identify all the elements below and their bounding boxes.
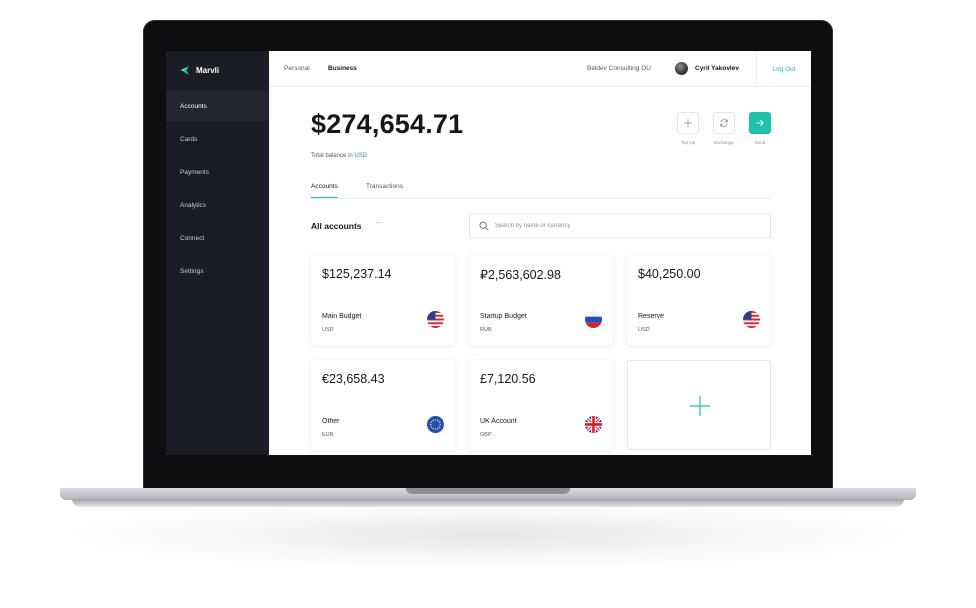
arrow-right-icon [756, 119, 764, 127]
send-button[interactable] [749, 112, 771, 134]
account-amount: $125,237.14 [322, 267, 392, 281]
eu-flag-icon [427, 416, 444, 433]
section-title: All accounts [311, 221, 362, 231]
top-up-button[interactable] [677, 112, 699, 134]
sidebar-item-label: Connect [180, 234, 205, 242]
laptop-screen: Marvli Accounts Cards Payments Analytics… [166, 51, 811, 455]
laptop-base-bottom [72, 499, 904, 507]
balance-caption: Total balance in USD [311, 153, 367, 159]
account-name: Other [322, 418, 340, 425]
plus-icon [690, 396, 710, 416]
account-name: Main Budget [322, 313, 362, 320]
search-box [469, 213, 771, 238]
mode-tab-business[interactable]: Business [328, 65, 357, 72]
user-name[interactable]: Cyril Yakovlev [695, 65, 739, 72]
logout-container: Log Out [756, 51, 811, 87]
account-amount: $40,250.00 [638, 267, 701, 281]
laptop-shadow [70, 500, 906, 570]
send-action: Send [749, 112, 771, 145]
sidebar-item-label: Cards [180, 135, 198, 143]
account-name: UK Account [480, 418, 517, 425]
sidebar-item-label: Settings [180, 267, 204, 275]
account-amount: £7,120.56 [480, 372, 536, 386]
sidebar-item-settings[interactable]: Settings [166, 256, 269, 286]
brand[interactable]: Marvli [179, 63, 219, 77]
add-account-card[interactable] [627, 360, 771, 450]
tabs: Accounts Transactions [311, 179, 771, 199]
account-card-uk-account[interactable]: £7,120.56 UK Account GBP [469, 360, 613, 450]
sidebar-item-payments[interactable]: Payments [166, 157, 269, 187]
search-icon [479, 221, 489, 231]
plus-icon [684, 119, 692, 127]
account-amount: ₽2,563,602.98 [480, 268, 561, 282]
sidebar-item-connect[interactable]: Connect [166, 223, 269, 253]
exchange-button[interactable] [713, 112, 735, 134]
main-content: $274,654.71 Total balance in USD Top Up [269, 87, 811, 455]
more-options-icon[interactable]: ··· [375, 218, 385, 227]
account-card-other[interactable]: €23,658.43 Other EUR [311, 360, 455, 450]
balance-currency-link[interactable]: USD [354, 153, 367, 159]
total-balance: $274,654.71 [311, 109, 464, 139]
sidebar-item-label: Payments [180, 168, 209, 176]
brand-logo-icon [179, 65, 190, 75]
account-currency: RUB [480, 327, 492, 333]
sidebar-item-label: Accounts [180, 102, 207, 110]
sidebar-item-label: Analytics [180, 201, 207, 209]
sidebar-item-accounts[interactable]: Accounts [166, 91, 269, 121]
mode-tab-personal[interactable]: Personal [284, 65, 310, 72]
sidebar: Marvli Accounts Cards Payments Analytics… [166, 51, 269, 455]
account-amount: €23,658.43 [322, 372, 385, 386]
account-currency: USD [638, 327, 650, 333]
account-card-reserve[interactable]: $40,250.00 Reserve USD [627, 255, 771, 345]
top-up-action: Top Up [677, 112, 699, 145]
tab-transactions[interactable]: Transactions [366, 183, 403, 197]
us-flag-icon [743, 311, 760, 328]
account-currency: EUR [322, 432, 334, 438]
avatar[interactable] [675, 62, 688, 75]
account-currency: GBP [480, 432, 492, 438]
account-card-main-budget[interactable]: $125,237.14 Main Budget USD [311, 255, 455, 345]
top-bar: Personal Business Beldev Consulting OU C… [269, 51, 811, 87]
refresh-icon [720, 119, 728, 127]
exchange-action: Exchange [713, 112, 735, 145]
account-currency: USD [322, 327, 334, 333]
account-name: Startup Budget [480, 313, 527, 320]
brand-name: Marvli [196, 65, 220, 75]
sidebar-item-cards[interactable]: Cards [166, 124, 269, 154]
ru-flag-icon [585, 311, 602, 328]
account-card-startup-budget[interactable]: ₽2,563,602.98 Startup Budget RUB [469, 255, 613, 345]
uk-flag-icon [585, 416, 602, 433]
company-name[interactable]: Beldev Consulting OU [587, 65, 651, 72]
laptop-notch [406, 488, 570, 494]
sidebar-item-analytics[interactable]: Analytics [166, 190, 269, 220]
search-input[interactable] [495, 218, 755, 234]
sidebar-nav: Accounts Cards Payments Analytics Connec… [166, 91, 269, 289]
account-name: Reserve [638, 313, 665, 320]
send-label: Send [754, 140, 766, 145]
tab-accounts[interactable]: Accounts [311, 183, 338, 198]
logout-button[interactable]: Log Out [772, 66, 795, 73]
balance-caption-label: Total balance in [311, 153, 353, 159]
us-flag-icon [427, 311, 444, 328]
